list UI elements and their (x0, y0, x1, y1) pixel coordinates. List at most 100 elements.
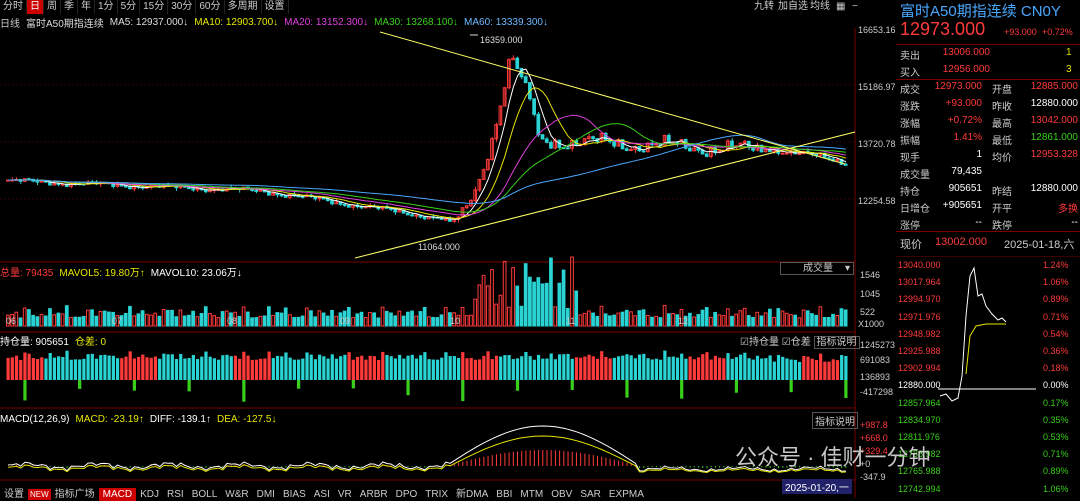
period-tab[interactable]: 1分 (95, 0, 118, 14)
oi-bar (284, 352, 288, 380)
volume-bar (654, 315, 659, 327)
volume-bar (128, 305, 132, 327)
intraday-price-tick: 12925.988 (898, 346, 941, 356)
oi-bar (132, 358, 137, 380)
indicator-tab[interactable]: W&R (221, 488, 252, 501)
volume-bar (368, 311, 372, 327)
oi-bar (376, 359, 381, 380)
volume-bar (831, 313, 835, 327)
month-label: 11 (566, 316, 576, 326)
volume-bar (136, 313, 141, 327)
add-favorite-button[interactable]: 加自选 (778, 0, 808, 14)
volume-bar (443, 307, 448, 327)
oi-bar (347, 352, 351, 380)
indicator-tab[interactable]: DPO (392, 488, 422, 501)
grid-icon[interactable]: ▦ (836, 0, 845, 14)
indicator-tab[interactable]: 设置 (0, 488, 28, 501)
quote-value: 12885.000 (1030, 81, 1078, 92)
volume-bar (612, 314, 616, 327)
volume-bar (709, 316, 713, 327)
oi-bar (499, 356, 503, 380)
oi-bar (280, 356, 284, 380)
indicator-tab[interactable]: KDJ (136, 488, 163, 501)
volume-bar (704, 307, 709, 327)
indicator-tab[interactable]: EXPMA (605, 488, 648, 501)
candle-body (843, 163, 848, 166)
diff-checkbox[interactable]: ☑ (782, 337, 791, 348)
volume-bar (389, 312, 393, 327)
oi-bar (187, 357, 191, 380)
volume-bar (498, 294, 503, 327)
volume-bar (616, 312, 621, 327)
period-tab[interactable]: 分时 (0, 0, 27, 14)
indicator-select[interactable]: 成交量 ▾ (780, 262, 854, 275)
period-tab[interactable]: 多周期 (225, 0, 262, 14)
volume-bar (624, 309, 629, 327)
period-tab[interactable]: 周 (44, 0, 61, 14)
period-tab[interactable]: 设置 (262, 0, 289, 14)
candle-body (544, 138, 549, 143)
intraday-price-tick: 12902.994 (898, 363, 941, 374)
oi-explain-button[interactable]: 指标说明 (813, 336, 860, 349)
candle-body (414, 214, 419, 217)
minimize-icon[interactable]: − (852, 0, 858, 14)
month-label: 09 (340, 316, 351, 326)
oi-bar (19, 359, 23, 380)
volume-bar (182, 315, 187, 327)
ma-line-button[interactable]: 均线 (810, 0, 830, 14)
indicator-tab[interactable]: DMI (253, 488, 279, 501)
indicator-tab[interactable]: BOLL (188, 488, 222, 501)
indicator-tab[interactable]: BBI (492, 488, 516, 501)
oi-bar (107, 355, 111, 380)
indicator-tab[interactable]: 指标广场 (51, 488, 99, 501)
oi-bar (115, 358, 120, 380)
oi-bar (191, 354, 195, 380)
candle-body (515, 57, 520, 69)
volume-bar (271, 314, 275, 327)
period-tab[interactable]: 年 (78, 0, 95, 14)
period-tab[interactable]: 5分 (118, 0, 141, 14)
indicator-tab[interactable]: 新DMA (452, 488, 492, 501)
period-tab[interactable]: 60分 (196, 0, 225, 14)
oi-diff-bar (296, 380, 301, 389)
indicator-tab[interactable]: MACD (98, 488, 137, 501)
volume-bar (544, 282, 549, 327)
volume-bar (191, 310, 195, 327)
indicator-tab[interactable]: OBV (547, 488, 576, 501)
period-tab[interactable]: 季 (61, 0, 78, 14)
volume-bar (536, 277, 541, 327)
oi-bar (330, 354, 334, 380)
quote-row: 涨跌 +93.000 昨收 12880.000 (900, 98, 1078, 115)
oi-bar (334, 358, 339, 380)
oi-bar (456, 357, 461, 380)
indicator-tab[interactable]: RSI (163, 488, 188, 501)
oi-bar (233, 355, 238, 380)
indicator-tab[interactable]: ASI (310, 488, 334, 501)
oi-bar (423, 352, 427, 380)
volume-bar (599, 305, 604, 327)
volume-bar (321, 312, 326, 327)
indicator-tab[interactable]: TRIX (421, 488, 452, 501)
volume-bar (330, 309, 334, 327)
indicator-tab[interactable]: BIAS (279, 488, 310, 501)
quote-value: -- (1071, 217, 1078, 228)
macd-explain-button[interactable]: 指标说明 (812, 412, 858, 429)
period-tab[interactable]: 30分 (168, 0, 197, 14)
month-label: 10 (450, 316, 461, 326)
quote-value: 12880.000 (1030, 183, 1078, 194)
oi-bar (823, 361, 827, 380)
indicator-tab[interactable]: VR (334, 488, 356, 501)
month-label: 07 (112, 316, 123, 326)
quote-value: 79,435 (951, 166, 982, 177)
oi-bar (751, 359, 755, 380)
volume-bar (304, 307, 309, 327)
indicator-tab[interactable]: SAR (576, 488, 605, 501)
oi-bar (743, 352, 747, 380)
period-tab[interactable]: 日 (27, 0, 44, 14)
indicator-tab[interactable]: MTM (516, 488, 547, 501)
oi-checkbox[interactable]: ☑ (740, 337, 749, 348)
nine-turn-button[interactable]: 九转 (754, 0, 774, 14)
indicator-tab[interactable]: ARBR (356, 488, 392, 501)
volume-bar (620, 311, 625, 327)
period-tab[interactable]: 15分 (140, 0, 169, 14)
